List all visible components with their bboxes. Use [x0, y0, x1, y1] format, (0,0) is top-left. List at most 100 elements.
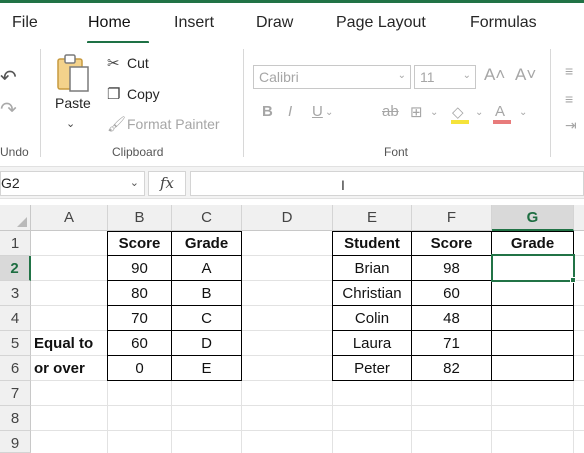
group-separator: [40, 49, 41, 157]
cell-f2[interactable]: 98: [412, 256, 491, 281]
chevron-down-icon[interactable]: ⌄: [430, 107, 438, 118]
tab-formulas[interactable]: Formulas: [470, 14, 537, 32]
tab-home[interactable]: Home: [88, 14, 131, 32]
scissors-icon: ✂: [107, 55, 120, 72]
gridline: [31, 405, 584, 406]
row-header-3[interactable]: 3: [0, 281, 31, 306]
cell-b5[interactable]: 60: [108, 331, 171, 356]
decrease-font-icon[interactable]: A˅: [515, 65, 536, 85]
redo-icon[interactable]: ↷: [0, 97, 17, 122]
format-painter-button[interactable]: 🖌 Format Painter: [107, 115, 220, 133]
cell-e1[interactable]: Student: [333, 231, 411, 256]
column-header-d[interactable]: D: [242, 205, 333, 231]
borders-icon[interactable]: ⊞: [410, 103, 423, 121]
cell-b1[interactable]: Score: [108, 231, 171, 256]
row-header-5[interactable]: 5: [0, 331, 31, 356]
align-top-icon[interactable]: ≡: [565, 63, 573, 79]
underline-icon[interactable]: U: [312, 103, 323, 120]
cell-c4[interactable]: C: [172, 306, 241, 331]
chevron-down-icon[interactable]: ⌄: [66, 117, 75, 130]
row-header-9[interactable]: 9: [0, 431, 31, 453]
font-size-value: 11: [420, 69, 435, 85]
cell-g6[interactable]: [492, 356, 573, 381]
strikethrough-icon[interactable]: ab: [382, 103, 399, 120]
fill-color-icon[interactable]: ◇: [452, 103, 464, 121]
cell-c6[interactable]: E: [172, 356, 241, 381]
fx-icon: fx: [159, 174, 174, 192]
tab-page-layout[interactable]: Page Layout: [336, 14, 426, 32]
font-group-label: Font: [384, 145, 409, 159]
select-all-corner[interactable]: [0, 205, 31, 231]
cell-g4[interactable]: [492, 306, 573, 331]
font-name-select[interactable]: Calibri ⌄: [253, 65, 411, 89]
cut-button[interactable]: ✂ Cut: [107, 54, 149, 72]
fill-handle[interactable]: [570, 277, 576, 283]
column-header-b[interactable]: B: [108, 205, 172, 231]
copy-button[interactable]: ❐ Copy: [107, 85, 160, 103]
formula-bar: G2 ⌄ fx I: [0, 166, 584, 199]
cell-g1[interactable]: Grade: [492, 231, 573, 256]
column-header-e[interactable]: E: [333, 205, 412, 231]
group-separator: [243, 49, 244, 157]
italic-icon[interactable]: I: [288, 103, 292, 120]
bold-icon[interactable]: B: [262, 103, 273, 120]
cell-g3[interactable]: [492, 281, 573, 306]
cell-b3[interactable]: 80: [108, 281, 171, 306]
increase-font-icon[interactable]: A˄: [484, 65, 505, 85]
column-header-a[interactable]: A: [31, 205, 108, 231]
cell-f3[interactable]: 60: [412, 281, 491, 306]
cell-e4[interactable]: Colin: [333, 306, 411, 331]
copy-icon: ❐: [107, 86, 121, 103]
cell-c3[interactable]: B: [172, 281, 241, 306]
cell-f4[interactable]: 48: [412, 306, 491, 331]
tab-draw[interactable]: Draw: [256, 14, 293, 32]
font-color-swatch: [493, 120, 511, 124]
cell-c2[interactable]: A: [172, 256, 241, 281]
row-header-4[interactable]: 4: [0, 306, 31, 331]
cell-e5[interactable]: Laura: [333, 331, 411, 356]
row-header-2[interactable]: 2: [0, 256, 31, 281]
cell-a5[interactable]: Equal to: [31, 331, 107, 356]
formula-input[interactable]: I: [190, 171, 584, 196]
cell-b4[interactable]: 70: [108, 306, 171, 331]
column-header-g[interactable]: G: [492, 205, 574, 231]
column-header-h[interactable]: [574, 205, 584, 231]
row-header-7[interactable]: 7: [0, 381, 31, 406]
cell-e3[interactable]: Christian: [333, 281, 411, 306]
cell-f5[interactable]: 71: [412, 331, 491, 356]
cell-a6[interactable]: or over: [31, 356, 107, 381]
row-header-8[interactable]: 8: [0, 406, 31, 431]
font-size-select[interactable]: 11 ⌄: [414, 65, 476, 89]
paste-icon[interactable]: [56, 53, 90, 93]
worksheet-grid[interactable]: A B C D E F G 1 2 3 4 5 6 7 8 9 Equal to…: [0, 205, 584, 453]
select-all-icon: [17, 217, 27, 227]
row-header-1[interactable]: 1: [0, 231, 31, 256]
align-left-icon[interactable]: ≡: [565, 91, 573, 107]
cell-e6[interactable]: Peter: [333, 356, 411, 381]
row-header-6[interactable]: 6: [0, 356, 31, 381]
cell-f6[interactable]: 82: [412, 356, 491, 381]
chevron-down-icon[interactable]: ⌄: [130, 176, 139, 189]
cell-c5[interactable]: D: [172, 331, 241, 356]
cell-e2[interactable]: Brian: [333, 256, 411, 281]
chevron-down-icon[interactable]: ⌄: [475, 107, 483, 118]
active-cell-selection[interactable]: [491, 254, 575, 282]
name-box[interactable]: G2 ⌄: [0, 171, 145, 196]
cell-g5[interactable]: [492, 331, 573, 356]
chevron-down-icon[interactable]: ⌄: [325, 107, 333, 118]
cell-c1[interactable]: Grade: [172, 231, 241, 256]
chevron-down-icon[interactable]: ⌄: [519, 107, 527, 118]
column-header-f[interactable]: F: [412, 205, 492, 231]
cell-b2[interactable]: 90: [108, 256, 171, 281]
insert-function-button[interactable]: fx: [148, 171, 186, 196]
cell-b6[interactable]: 0: [108, 356, 171, 381]
cell-area[interactable]: Equal to or over Score Grade 90 A 80 B 7…: [31, 231, 584, 453]
paste-button[interactable]: Paste: [55, 95, 91, 111]
tab-file[interactable]: File: [12, 14, 38, 32]
column-header-c[interactable]: C: [172, 205, 242, 231]
cell-f1[interactable]: Score: [412, 231, 491, 256]
undo-icon[interactable]: ↶: [0, 65, 17, 90]
tab-insert[interactable]: Insert: [174, 14, 214, 32]
font-color-icon[interactable]: A: [495, 103, 505, 120]
indent-icon[interactable]: ⇥: [565, 117, 577, 134]
